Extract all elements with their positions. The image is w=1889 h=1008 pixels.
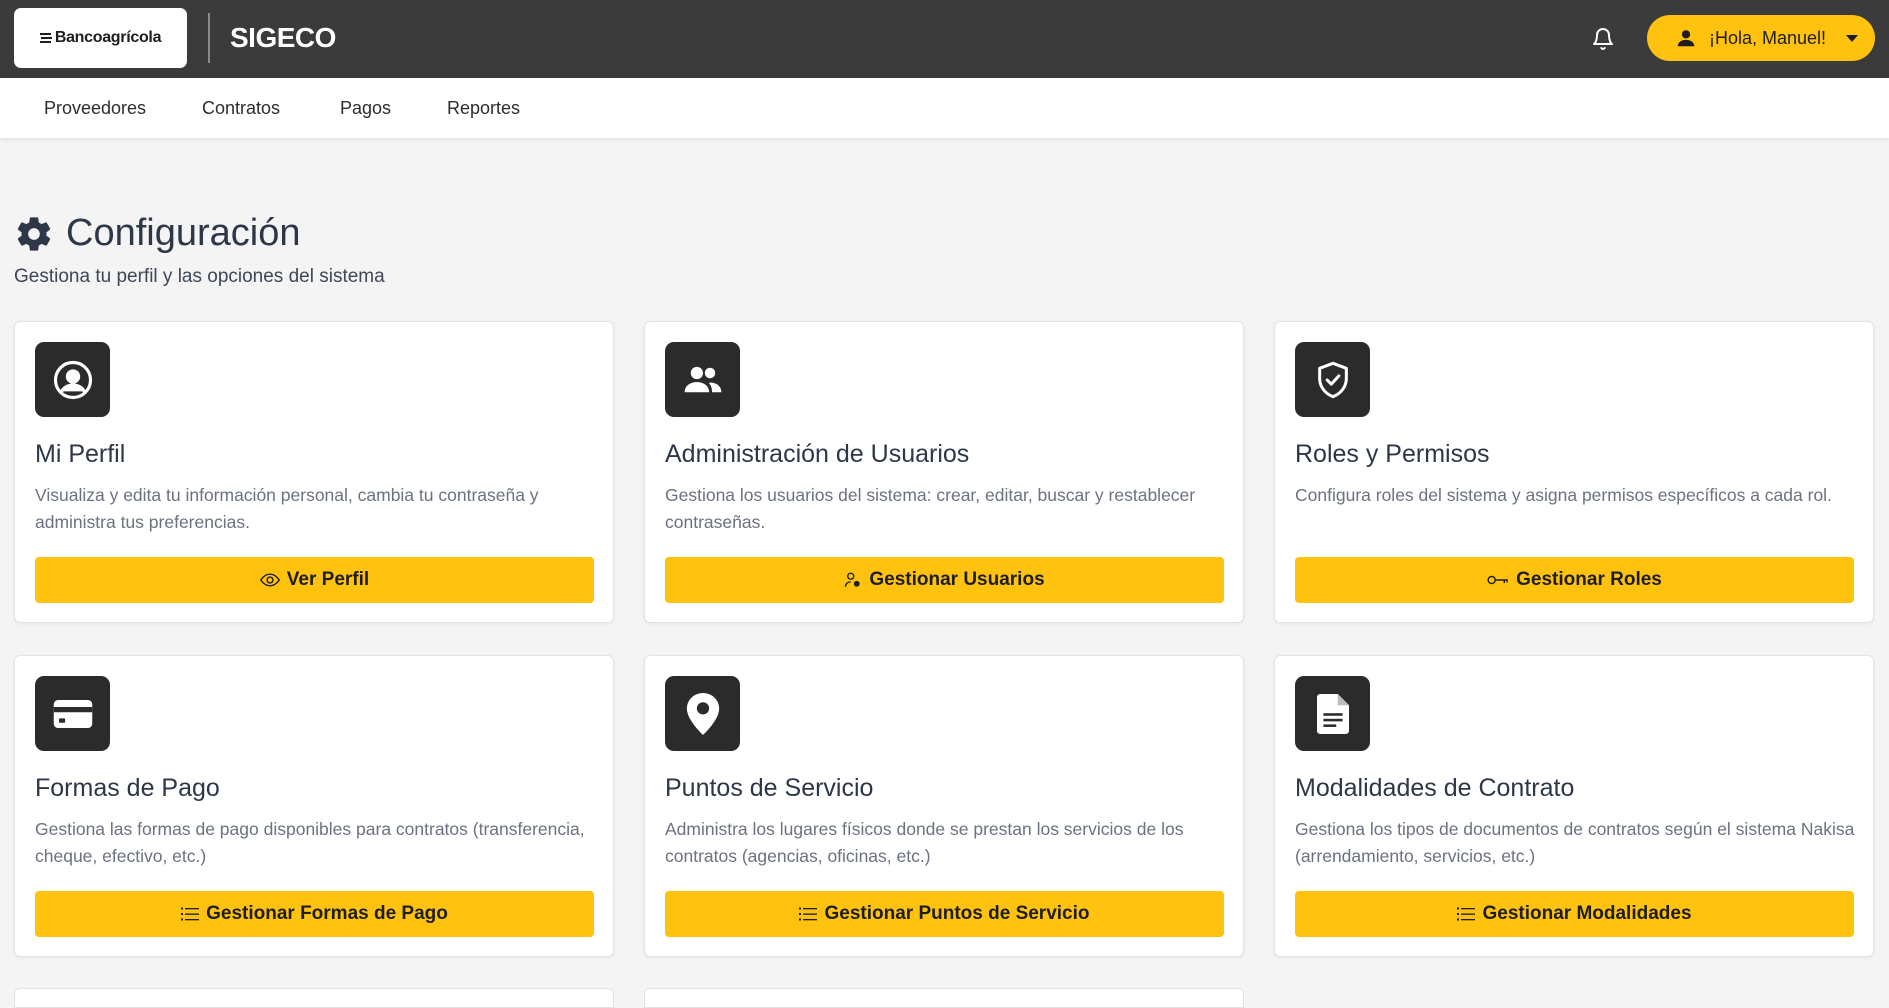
nav-item-contratos[interactable]: Contratos xyxy=(202,98,280,119)
key-icon xyxy=(1487,573,1509,587)
card-title: Puntos de Servicio xyxy=(665,774,874,802)
user-circle-icon xyxy=(35,342,110,417)
gestionar-usuarios-button[interactable]: Gestionar Usuarios xyxy=(665,557,1224,603)
card-roles-permisos: Roles y Permisos Configura roles del sis… xyxy=(1274,321,1874,623)
gestionar-modalidades-button[interactable]: Gestionar Modalidades xyxy=(1295,891,1854,937)
user-greeting: ¡Hola, Manuel! xyxy=(1709,27,1827,48)
chevron-down-icon xyxy=(1846,34,1859,42)
card-administracion-usuarios: Administración de Usuarios Gestiona los … xyxy=(644,321,1244,623)
bank-logo-text: Bancoagrícola xyxy=(54,29,162,46)
credit-card-icon xyxy=(35,676,110,751)
card-description: Gestiona los usuarios del sistema: crear… xyxy=(665,485,1196,532)
gestionar-puntos-servicio-button[interactable]: Gestionar Puntos de Servicio xyxy=(665,891,1224,937)
notifications-bell-icon[interactable] xyxy=(1590,25,1616,53)
card-mi-perfil: Mi Perfil Visualiza y edita tu informaci… xyxy=(14,321,614,623)
card-partial xyxy=(14,988,614,1008)
list-icon xyxy=(799,906,818,922)
button-label: Gestionar Roles xyxy=(1516,569,1662,590)
page-subtitle: Gestiona tu perfil y las opciones del si… xyxy=(14,266,385,287)
bank-logo-mark-icon xyxy=(39,32,52,44)
map-pin-icon xyxy=(665,676,740,751)
shield-check-icon xyxy=(1295,342,1370,417)
card-description: Gestiona las formas de pago disponibles … xyxy=(35,819,585,866)
card-description: Administra los lugares físicos donde se … xyxy=(665,819,1184,866)
nav-item-pagos[interactable]: Pagos xyxy=(340,98,391,119)
gear-icon xyxy=(14,214,54,254)
button-label: Gestionar Formas de Pago xyxy=(206,903,448,924)
top-bar: Bancoagrícola SIGECO ¡Hola, Manuel! xyxy=(0,0,1889,78)
eye-icon xyxy=(259,572,280,588)
gestionar-roles-button[interactable]: Gestionar Roles xyxy=(1295,557,1854,603)
card-title: Administración de Usuarios xyxy=(665,440,970,468)
document-icon xyxy=(1295,676,1370,751)
user-menu-button[interactable]: ¡Hola, Manuel! xyxy=(1647,15,1875,61)
bank-logo[interactable]: Bancoagrícola xyxy=(14,8,187,68)
card-puntos-servicio: Puntos de Servicio Administra los lugare… xyxy=(644,655,1244,957)
button-label: Ver Perfil xyxy=(286,569,370,590)
nav-item-reportes[interactable]: Reportes xyxy=(447,98,520,119)
main-nav: Proveedores Contratos Pagos Reportes xyxy=(0,78,1889,138)
list-icon xyxy=(181,906,200,922)
gestionar-formas-pago-button[interactable]: Gestionar Formas de Pago xyxy=(35,891,594,937)
card-formas-pago: Formas de Pago Gestiona las formas de pa… xyxy=(14,655,614,957)
user-icon xyxy=(1675,27,1697,49)
card-partial xyxy=(644,988,1244,1008)
ver-perfil-button[interactable]: Ver Perfil xyxy=(35,557,594,603)
card-description: Gestiona los tipos de documentos de cont… xyxy=(1295,819,1855,866)
card-title: Modalidades de Contrato xyxy=(1295,774,1575,802)
card-modalidades-contrato: Modalidades de Contrato Gestiona los tip… xyxy=(1274,655,1874,957)
app-title[interactable]: SIGECO xyxy=(230,22,336,54)
card-title: Formas de Pago xyxy=(35,774,220,802)
card-description: Configura roles del sistema y asigna per… xyxy=(1295,485,1832,505)
button-label: Gestionar Modalidades xyxy=(1482,903,1692,924)
header-divider xyxy=(208,13,210,63)
card-title: Roles y Permisos xyxy=(1295,440,1490,468)
button-label: Gestionar Puntos de Servicio xyxy=(824,903,1090,924)
page-title: Configuración xyxy=(66,212,301,254)
list-icon xyxy=(1457,906,1476,922)
card-description: Visualiza y edita tu información persona… xyxy=(35,485,539,532)
users-icon xyxy=(665,342,740,417)
page-header: Configuración xyxy=(14,212,300,255)
nav-item-proveedores[interactable]: Proveedores xyxy=(44,98,146,119)
card-title: Mi Perfil xyxy=(35,440,126,468)
user-gear-icon xyxy=(844,571,862,589)
button-label: Gestionar Usuarios xyxy=(869,569,1045,590)
